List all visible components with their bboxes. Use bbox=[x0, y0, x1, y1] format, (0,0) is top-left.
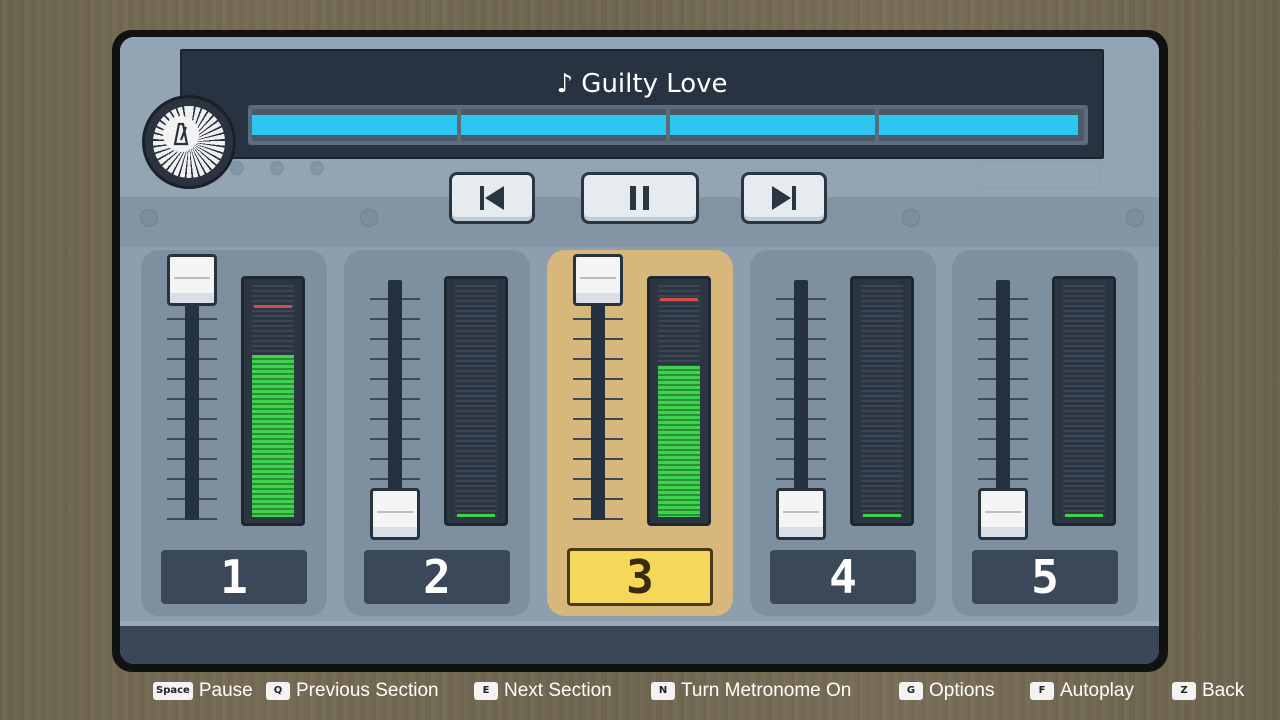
fader-knob[interactable] bbox=[978, 488, 1028, 540]
channel-label[interactable]: 2 bbox=[364, 550, 510, 604]
indicator-dot bbox=[230, 161, 244, 175]
pause-button[interactable] bbox=[581, 172, 699, 224]
channel-strip-3: 3 bbox=[547, 250, 733, 616]
fader-track[interactable] bbox=[996, 280, 1010, 520]
fader-track[interactable] bbox=[185, 280, 199, 520]
progress-fill bbox=[461, 115, 666, 135]
metronome-icon bbox=[163, 116, 199, 152]
level-meter bbox=[444, 276, 508, 526]
meter-grid bbox=[861, 285, 903, 517]
channel-strip-4: 4 bbox=[750, 250, 936, 616]
level-meter bbox=[647, 276, 711, 526]
progress-fill bbox=[879, 115, 1078, 135]
meter-grid bbox=[1063, 285, 1105, 517]
fader-knob[interactable] bbox=[776, 488, 826, 540]
song-title: ♪ Guilty Love bbox=[556, 69, 728, 99]
meter-baseline bbox=[457, 514, 495, 517]
progress-segment bbox=[670, 109, 875, 141]
meter-fill bbox=[252, 354, 294, 517]
channel-strip-1: 1 bbox=[141, 250, 327, 616]
level-meter bbox=[241, 276, 305, 526]
next-section-button[interactable] bbox=[741, 172, 827, 224]
hint-label: Autoplay bbox=[1060, 680, 1134, 701]
mixer-panel: ♪ Guilty Love 1 2 3 4 5 bbox=[120, 37, 1159, 664]
control-hints-bar: Space Pause Q Previous Section E Next Se… bbox=[0, 676, 1280, 706]
key-badge: Z bbox=[1172, 682, 1196, 700]
meter-peak-marker bbox=[254, 305, 292, 309]
level-meter bbox=[1052, 276, 1116, 526]
key-badge: G bbox=[899, 682, 923, 700]
indicator-dot bbox=[270, 161, 284, 175]
indicator-dots bbox=[230, 161, 324, 175]
key-badge: Space bbox=[153, 682, 193, 700]
fader-track[interactable] bbox=[388, 280, 402, 520]
fader-track[interactable] bbox=[591, 280, 605, 520]
hint-label: Turn Metronome On bbox=[681, 680, 852, 701]
channel-strip-5: 5 bbox=[952, 250, 1138, 616]
screw-icon bbox=[140, 209, 158, 227]
hint-previous-section[interactable]: Q Previous Section bbox=[266, 680, 439, 702]
hint-label: Pause bbox=[198, 680, 253, 701]
progress-fill bbox=[670, 115, 875, 135]
meter-peak-marker bbox=[660, 298, 698, 302]
meter-grid bbox=[455, 285, 497, 517]
fader-knob[interactable] bbox=[573, 254, 623, 306]
song-progress-bar[interactable] bbox=[248, 105, 1088, 145]
key-badge: N bbox=[651, 682, 675, 700]
fader-knob[interactable] bbox=[167, 254, 217, 306]
hint-back[interactable]: Z Back bbox=[1172, 680, 1244, 702]
fader-knob[interactable] bbox=[370, 488, 420, 540]
hint-label: Options bbox=[929, 680, 995, 701]
hint-label: Back bbox=[1202, 680, 1245, 701]
screw-icon bbox=[1126, 209, 1144, 227]
skip-forward-icon bbox=[772, 186, 796, 210]
screw-icon bbox=[360, 209, 378, 227]
channel-label[interactable]: 1 bbox=[161, 550, 307, 604]
key-badge: Q bbox=[266, 682, 290, 700]
level-meter bbox=[850, 276, 914, 526]
progress-segment bbox=[461, 109, 666, 141]
hint-metronome[interactable]: N Turn Metronome On bbox=[651, 680, 851, 702]
channel-label[interactable]: 5 bbox=[972, 550, 1118, 604]
meter-baseline bbox=[1065, 514, 1103, 517]
hint-autoplay[interactable]: F Autoplay bbox=[1030, 680, 1134, 702]
progress-segment bbox=[252, 109, 457, 141]
hint-pause[interactable]: Space Pause bbox=[153, 680, 253, 702]
screw-icon bbox=[902, 209, 920, 227]
console-base bbox=[120, 621, 1159, 664]
key-badge: F bbox=[1030, 682, 1054, 700]
meter-baseline bbox=[863, 514, 901, 517]
hint-label: Previous Section bbox=[296, 680, 439, 701]
brand-plate bbox=[978, 161, 1100, 189]
metronome-button[interactable] bbox=[142, 95, 236, 189]
previous-section-button[interactable] bbox=[449, 172, 535, 224]
hint-options[interactable]: G Options bbox=[899, 680, 994, 702]
hint-label: Next Section bbox=[504, 680, 612, 701]
song-display: ♪ Guilty Love bbox=[180, 49, 1104, 159]
skip-back-icon bbox=[480, 186, 504, 210]
channel-strip-2: 2 bbox=[344, 250, 530, 616]
pause-icon bbox=[630, 186, 649, 210]
channel-label[interactable]: 3 bbox=[567, 548, 713, 606]
progress-segment bbox=[879, 109, 1084, 141]
mixer-console: ♪ Guilty Love 1 2 3 4 5 bbox=[112, 30, 1168, 672]
key-badge: E bbox=[474, 682, 498, 700]
indicator-dot bbox=[310, 161, 324, 175]
fader-track[interactable] bbox=[794, 280, 808, 520]
hint-next-section[interactable]: E Next Section bbox=[474, 680, 612, 702]
progress-fill bbox=[252, 115, 457, 135]
channel-label[interactable]: 4 bbox=[770, 550, 916, 604]
meter-fill bbox=[658, 366, 700, 517]
